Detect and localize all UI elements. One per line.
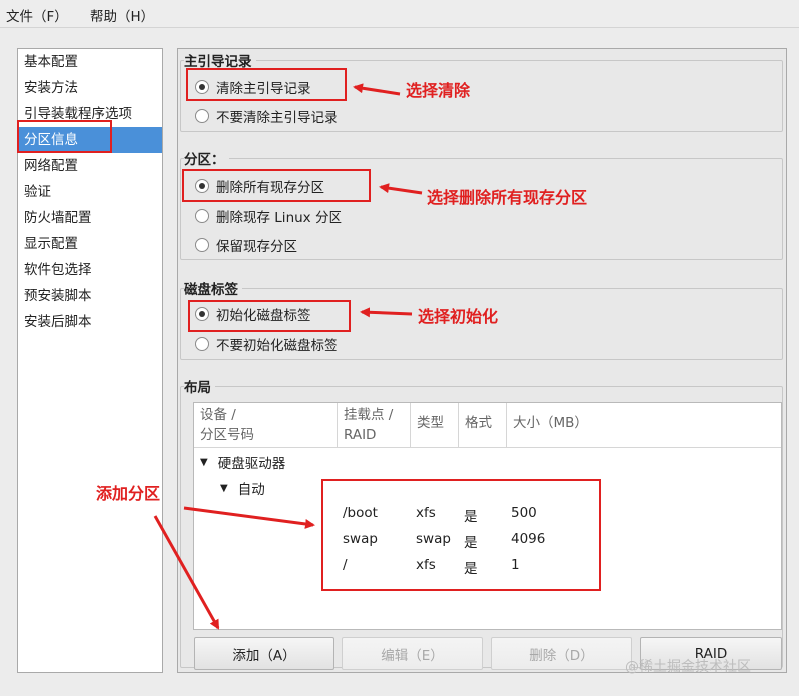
annotation-add-partition: 添加分区 xyxy=(96,484,161,503)
watermark: @稀土掘金技术社区 xyxy=(625,659,751,675)
column-header-device[interactable]: 设备 / 分区号码 xyxy=(194,403,338,447)
add-button[interactable]: 添加（A） xyxy=(194,637,334,670)
column-header-type[interactable]: 类型 xyxy=(411,403,459,447)
delete-button[interactable]: 删除（D） xyxy=(491,637,632,670)
sidebar-item-install-method[interactable]: 安装方法 xyxy=(18,75,162,101)
radio-unchecked-icon[interactable] xyxy=(195,337,209,351)
highlight-box-sidebar xyxy=(17,120,112,153)
layout-title: 布局 xyxy=(184,376,215,396)
expand-triangle-icon[interactable]: ▼ xyxy=(200,457,208,468)
disklabel-title: 磁盘标签 xyxy=(184,278,242,298)
radio-unchecked-icon[interactable] xyxy=(195,238,209,252)
highlight-box-disklabel xyxy=(188,300,351,332)
edit-button[interactable]: 编辑（E） xyxy=(342,637,483,670)
highlight-box-partitions xyxy=(321,479,601,591)
menu-help[interactable]: 帮助（H） xyxy=(90,5,154,25)
expand-triangle-icon[interactable]: ▼ xyxy=(220,483,228,494)
sidebar-item-firewall[interactable]: 防火墙配置 xyxy=(18,205,162,231)
sidebar-item-basic-config[interactable]: 基本配置 xyxy=(18,49,162,75)
disklabel-option-no-init-label: 不要初始化磁盘标签 xyxy=(216,338,338,354)
header-divider xyxy=(194,447,781,448)
partition-option-delete-linux-label: 删除现存 Linux 分区 xyxy=(216,210,342,226)
partition-option-delete-linux[interactable]: 删除现存 Linux 分区 xyxy=(195,206,342,226)
radio-unchecked-icon[interactable] xyxy=(195,109,209,123)
sidebar-item-packages[interactable]: 软件包选择 xyxy=(18,257,162,283)
sidebar-item-display[interactable]: 显示配置 xyxy=(18,231,162,257)
highlight-box-mbr xyxy=(186,68,347,101)
mbr-option-keep-label: 不要清除主引导记录 xyxy=(216,110,338,126)
annotation-delete-all: 选择删除所有现存分区 xyxy=(427,188,588,207)
tree-row-hard-drives[interactable]: ▼ 硬盘驱动器 xyxy=(200,452,285,472)
column-header-mount[interactable]: 挂载点 / RAID xyxy=(338,403,411,447)
menu-file[interactable]: 文件（F） xyxy=(6,5,68,25)
radio-unchecked-icon[interactable] xyxy=(195,209,209,223)
tree-row-auto[interactable]: ▼ 自动 xyxy=(220,478,265,498)
sidebar-item-post-script[interactable]: 安装后脚本 xyxy=(18,309,162,335)
partition-title: 分区： xyxy=(184,148,229,168)
mbr-option-keep[interactable]: 不要清除主引导记录 xyxy=(195,106,338,126)
menu-bar: 文件（F） 帮助（H） xyxy=(0,0,799,28)
sidebar-item-auth[interactable]: 验证 xyxy=(18,179,162,205)
sidebar-item-network[interactable]: 网络配置 xyxy=(18,153,162,179)
disklabel-option-no-init[interactable]: 不要初始化磁盘标签 xyxy=(195,334,338,354)
annotation-init: 选择初始化 xyxy=(418,307,499,326)
sidebar-item-pre-script[interactable]: 预安装脚本 xyxy=(18,283,162,309)
annotation-clear: 选择清除 xyxy=(406,81,471,100)
highlight-box-partition xyxy=(182,169,371,202)
partition-option-keep-label: 保留现存分区 xyxy=(216,239,297,255)
column-header-size[interactable]: 大小（MB） xyxy=(507,403,781,447)
partition-option-keep[interactable]: 保留现存分区 xyxy=(195,235,297,255)
mbr-title: 主引导记录 xyxy=(184,50,256,70)
column-header-format[interactable]: 格式 xyxy=(459,403,507,447)
